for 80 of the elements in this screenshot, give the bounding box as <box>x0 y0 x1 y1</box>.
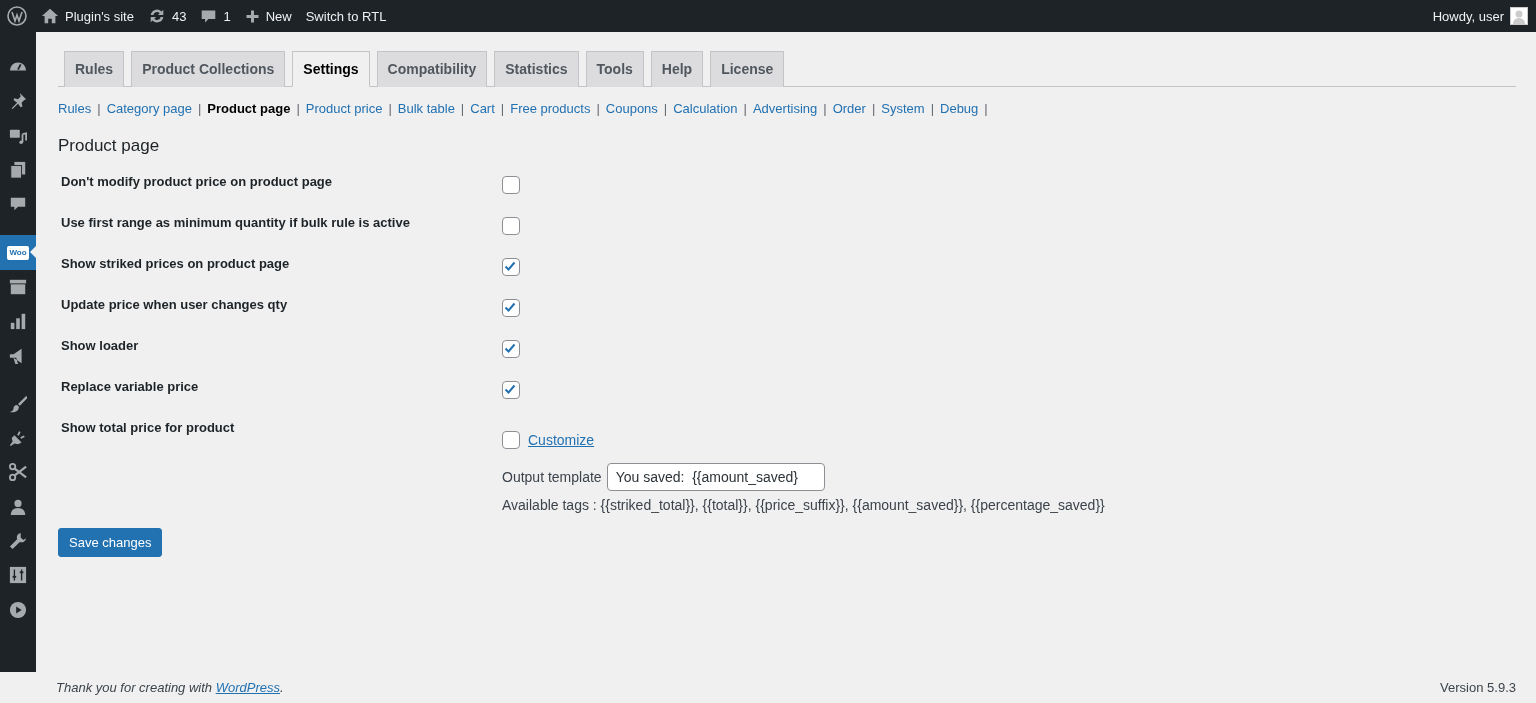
setting-label: Use first range as minimum quantity if bulk rule is active <box>60 214 411 232</box>
woo-logo-icon: Woo <box>7 245 29 260</box>
comments-link[interactable]: 1 <box>200 7 231 25</box>
user-icon <box>9 497 27 516</box>
new-link[interactable]: New <box>244 8 292 24</box>
pin-icon <box>9 92 27 111</box>
setting-label: Update price when user changes qty <box>60 296 289 314</box>
separator: | <box>97 101 101 116</box>
checkbox[interactable] <box>502 258 520 276</box>
subnav-link[interactable]: System <box>881 101 925 116</box>
wordpress-logo-icon[interactable] <box>7 6 27 26</box>
rtl-link[interactable]: Switch to RTL <box>305 8 387 24</box>
separator: | <box>823 101 827 116</box>
output-template-field[interactable]: You saved: {{amount_saved} <box>606 463 825 491</box>
updates-link[interactable]: 43 <box>147 7 187 25</box>
subnav-link[interactable]: Product price <box>305 101 383 116</box>
bar-chart-icon <box>9 312 27 331</box>
checkbox[interactable] <box>502 176 520 194</box>
separator: | <box>460 101 465 116</box>
subnav-link[interactable]: Order <box>832 101 866 116</box>
wrench-icon <box>9 532 27 550</box>
separator: | <box>500 101 505 116</box>
separator: | <box>871 101 876 116</box>
wordpress-link[interactable]: WordPress <box>215 680 280 695</box>
tab[interactable]: License <box>710 51 785 87</box>
plug-icon <box>9 429 27 448</box>
setting-label: Show total price for product <box>60 419 236 437</box>
tab[interactable]: Rules <box>64 51 125 87</box>
output-template-label: Output template <box>502 469 602 485</box>
tab[interactable]: Compatibility <box>376 51 488 87</box>
plus-icon <box>244 8 260 24</box>
subnav-link[interactable]: Product page <box>207 101 291 116</box>
home-icon <box>41 7 59 25</box>
subnav-link[interactable]: Rules <box>58 101 92 116</box>
subnav-link[interactable]: Coupons <box>605 101 658 116</box>
archive-box-icon <box>9 277 27 296</box>
tab[interactable]: Tools <box>585 51 644 87</box>
subnav-link[interactable]: Free products <box>510 101 591 116</box>
separator: | <box>663 101 668 116</box>
subnav-link[interactable]: Bulk table <box>397 101 455 116</box>
footer-text: Thank you for creating with WordPress. <box>56 680 284 695</box>
setting-label: Replace variable price <box>60 378 200 396</box>
checkbox[interactable] <box>502 340 520 358</box>
checkbox[interactable] <box>502 217 520 235</box>
tab[interactable]: Settings <box>292 51 370 87</box>
checkbox[interactable] <box>502 381 520 399</box>
pages-icon <box>9 161 27 180</box>
separator: | <box>930 101 934 116</box>
tab[interactable]: Help <box>650 51 704 87</box>
checkbox[interactable] <box>502 431 520 449</box>
available-tags-text: Available tags : {{striked_total}}, {{total}}, {{price_suffix}}, {{amount_saved}}, {{percentage_saved}} <box>502 497 1105 513</box>
version-text: Version 5.9.3 <box>1440 680 1516 695</box>
customize-link[interactable]: Customize <box>528 432 595 448</box>
section-heading: Product page <box>58 136 161 156</box>
tab[interactable]: Statistics <box>494 51 579 87</box>
setting-label: Show striked prices on product page <box>60 255 291 273</box>
sliders-icon <box>9 566 27 585</box>
paintbrush-icon <box>9 394 27 413</box>
save-changes-button[interactable]: Save changes <box>58 528 163 557</box>
tab[interactable]: Product Collections <box>131 51 286 87</box>
setting-label: Don't modify product price on product page <box>60 173 334 191</box>
separator: | <box>197 101 202 116</box>
site-link[interactable]: Plugin's site <box>41 7 134 25</box>
avatar-icon <box>1510 7 1528 25</box>
play-icon <box>9 600 27 619</box>
subnav-link[interactable]: Category page <box>106 101 192 116</box>
separator: | <box>596 101 600 116</box>
subnav-link[interactable]: Advertising <box>752 101 818 116</box>
scissors-icon <box>9 463 27 482</box>
sidebar-menu-item[interactable]: Woo <box>0 235 36 270</box>
setting-label: Show loader <box>60 337 140 355</box>
separator: | <box>296 101 300 116</box>
separator: | <box>984 101 988 116</box>
separator: | <box>388 101 392 116</box>
subnav-link[interactable]: Calculation <box>673 101 738 116</box>
account-link[interactable]: Howdy, user <box>1432 7 1528 25</box>
subnav-link[interactable]: Cart <box>470 101 495 116</box>
separator: | <box>743 101 747 116</box>
subnav-link[interactable]: Debug <box>940 101 979 116</box>
checkbox[interactable] <box>502 299 520 317</box>
